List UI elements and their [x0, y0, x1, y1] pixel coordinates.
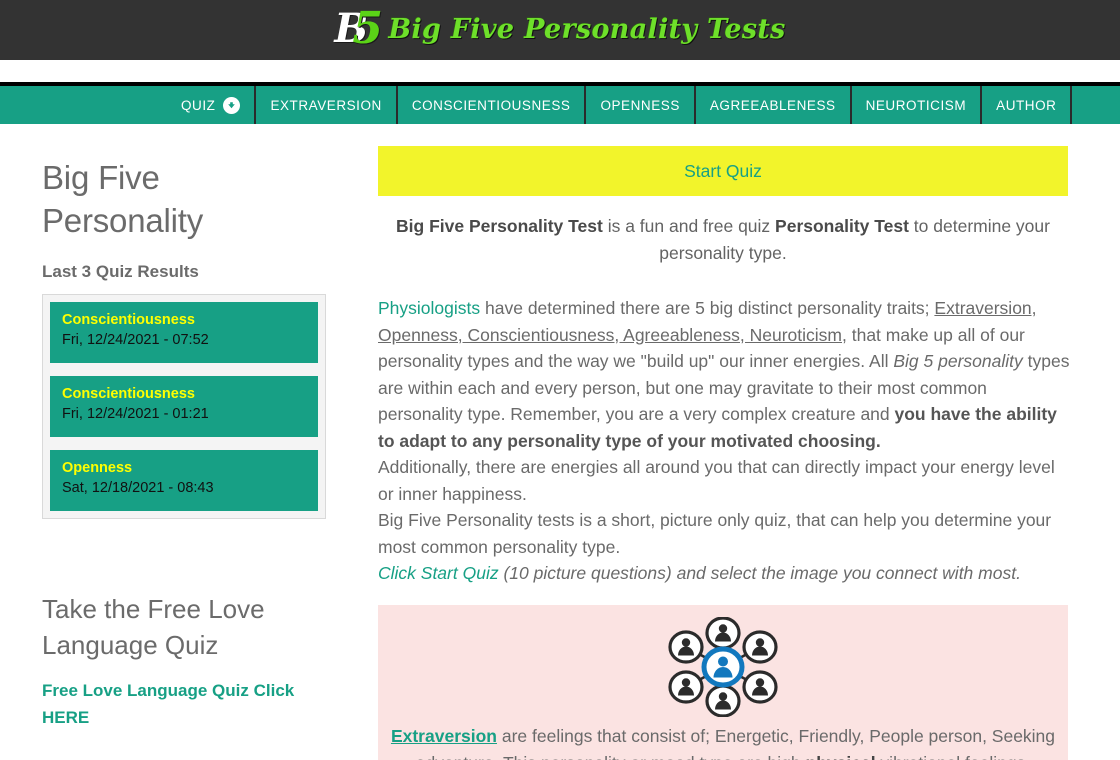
nav-item-openness[interactable]: OPENNESS — [586, 86, 696, 124]
nav-item-label: AUTHOR — [996, 97, 1057, 113]
site-logo[interactable]: B 5 Big Five Personality Tests — [334, 6, 785, 52]
nav-item-extraversion[interactable]: EXTRAVERSION — [256, 86, 398, 124]
promo-title: Take the Free Love Language Quiz — [42, 594, 265, 660]
header-spacer — [0, 60, 1120, 82]
center-node — [701, 646, 745, 687]
result-timestamp: Fri, 12/24/2021 - 01:21 — [62, 406, 209, 422]
intro-bold-1: Big Five Personality Test — [396, 216, 603, 236]
nav-item-label: QUIZ — [181, 97, 216, 113]
social-network-people-icon — [390, 616, 1056, 717]
short-quiz-line: Big Five Personality tests is a short, p… — [378, 510, 1052, 557]
quiz-results-list: Conscientiousness Fri, 12/24/2021 - 07:5… — [42, 294, 326, 519]
list-item[interactable]: Conscientiousness Fri, 12/24/2021 - 07:5… — [50, 302, 318, 363]
nav-item-conscientiousness[interactable]: CONSCIENTIOUSNESS — [398, 86, 587, 124]
site-title: Big Five Personality Tests — [388, 13, 786, 45]
list-item[interactable]: Openness Sat, 12/18/2021 - 08:43 — [50, 450, 318, 511]
extraversion-panel: Extraversion are feelings that consist o… — [378, 604, 1068, 760]
physiologists-link[interactable]: Physiologists — [378, 298, 480, 318]
nav-item-label: CONSCIENTIOUSNESS — [411, 97, 571, 113]
page-title: Big Five Personality — [42, 159, 204, 239]
nav-item-label: AGREEABLENESS — [709, 97, 836, 113]
big5-italic: Big 5 personality — [893, 351, 1023, 371]
love-language-quiz-link[interactable]: Free Love Language Quiz Click HERE — [42, 677, 302, 731]
result-trait: Conscientiousness — [62, 312, 195, 328]
body-paragraph: Physiologists have determined there are … — [378, 295, 1070, 587]
nav-item-label: NEUROTICISM — [865, 97, 967, 113]
cta-tail-text: (10 picture questions) and select the im… — [498, 563, 1021, 583]
nav-item-label: OPENNESS — [600, 97, 680, 113]
result-trait: Openness — [62, 460, 133, 476]
result-trait: Conscientiousness — [62, 386, 195, 402]
extraversion-description: Extraversion are feelings that consist o… — [390, 723, 1056, 760]
main-navigation: QUIZ EXTRAVERSION CONSCIENTIOUSNESS OPEN… — [0, 86, 1120, 124]
nav-item-label: EXTRAVERSION — [270, 97, 382, 113]
intro-paragraph: Big Five Personality Test is a fun and f… — [378, 213, 1068, 267]
b5-logo-mark: B 5 — [334, 3, 383, 54]
extraversion-link[interactable]: Extraversion — [391, 726, 497, 746]
physical-bold: physical — [806, 753, 876, 760]
click-start-quiz-text[interactable]: Click Start Quiz — [378, 563, 499, 583]
extraversion-text-2: vibrational feelings. — [876, 753, 1030, 760]
chevron-down-circle-icon[interactable] — [223, 96, 241, 114]
main-content: Start Quiz Big Five Personality Test is … — [340, 124, 1120, 760]
nav-item-quiz[interactable]: QUIZ — [167, 86, 257, 124]
intro-mid-1: is a fun and free quiz — [602, 216, 776, 236]
page-body: Big Five Personality Last 3 Quiz Results… — [0, 124, 1120, 760]
result-timestamp: Sat, 12/18/2021 - 08:43 — [62, 480, 214, 496]
intro-bold-2: Personality Test — [775, 216, 909, 236]
nav-item-author[interactable]: AUTHOR — [982, 86, 1073, 124]
body-after-link: have determined there are 5 big distinct… — [480, 298, 935, 318]
sidebar: Big Five Personality Last 3 Quiz Results… — [0, 124, 340, 731]
list-item[interactable]: Conscientiousness Fri, 12/24/2021 - 01:2… — [50, 376, 318, 437]
logo-digit-5: 5 — [352, 3, 383, 54]
start-quiz-button[interactable]: Start Quiz — [378, 146, 1068, 196]
additionally-line: Additionally, there are energies all aro… — [378, 457, 1055, 504]
result-timestamp: Fri, 12/24/2021 - 07:52 — [62, 332, 209, 348]
cta-line: Click Start Quiz (10 picture questions) … — [378, 560, 1070, 587]
nav-item-neuroticism[interactable]: NEUROTICISM — [852, 86, 983, 124]
site-header: B 5 Big Five Personality Tests — [0, 0, 1120, 60]
results-heading: Last 3 Quiz Results — [42, 262, 199, 281]
nav-item-agreeableness[interactable]: AGREEABLENESS — [696, 86, 852, 124]
